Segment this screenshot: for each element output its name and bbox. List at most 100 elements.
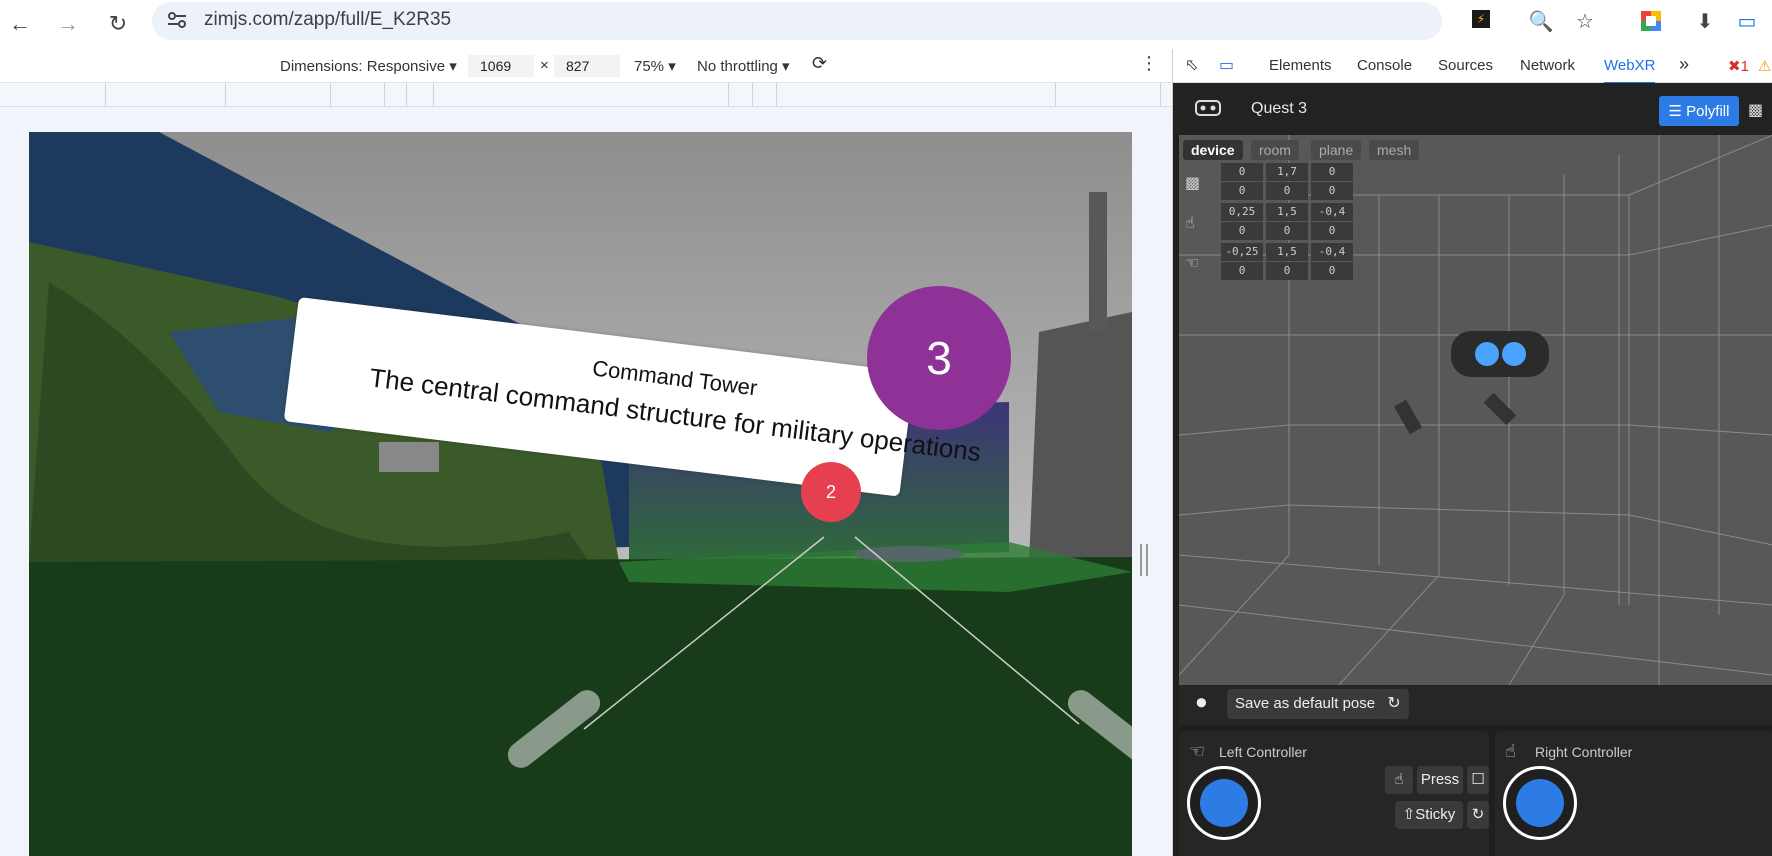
pose-cell[interactable]: 1,7 [1266,163,1308,181]
rotate-icon[interactable]: ⟳ [812,53,827,74]
pose-cell[interactable]: 0,25 [1221,203,1263,221]
tab-webxr[interactable]: WebXR [1604,57,1656,84]
times-sign: × [540,57,549,74]
touch-icon[interactable]: ☝ [1385,766,1413,794]
xr-scene-viewer[interactable]: device room plane mesh ▩ 0 1,7 0 0 0 0 ☝… [1179,135,1772,685]
device-toolbar: Dimensions: Responsive ▾ × 75% ▾ No thro… [0,49,1172,83]
more-tabs-icon[interactable]: » [1679,54,1689,75]
polyfill-label: Polyfill [1686,102,1730,120]
device-toggle-icon[interactable]: ▭ [1219,55,1234,75]
joystick-knob[interactable] [1200,779,1248,827]
stereo-toggle-icon[interactable]: ▩ [1748,100,1763,120]
headset-pose-icon: ▩ [1185,175,1201,192]
pose-cell[interactable]: 0 [1266,222,1308,240]
more-options-icon[interactable]: ⋮ [1140,53,1158,74]
person-pose-icon: ⚫ [1193,693,1210,715]
reset-stick-icon[interactable]: ↻ [1467,801,1489,829]
inspect-element-icon[interactable]: ⬁ [1185,55,1198,75]
bookmark-star-icon[interactable]: ☆ [1570,6,1600,36]
tab-network[interactable]: Network [1520,57,1575,74]
left-controller-icon: ☜ [1189,741,1206,761]
throttling-select[interactable]: No throttling ▾ [697,57,790,75]
site-settings-icon[interactable] [166,9,188,31]
right-controller-panel: ☝ Right Controller [1495,731,1772,856]
press-button[interactable]: Press [1417,766,1463,794]
pose-cell[interactable]: -0,25 [1221,243,1263,261]
error-count: 1 [1740,58,1749,75]
url-text[interactable]: zimjs.com/zapp/full/E_K2R35 [204,9,451,31]
tab-sources[interactable]: Sources [1438,57,1493,74]
browser-toolbar: ← → ↻ zimjs.com/zapp/full/E_K2R35 ⚡ 🔍 ☆ … [0,0,1772,49]
pose-cell[interactable]: 1,5 [1266,203,1308,221]
reset-pose-icon[interactable]: ↻ [1379,689,1409,719]
reload-icon[interactable]: ↻ [100,6,136,42]
headset-icon [1195,100,1221,116]
media-query-ruler [0,83,1172,107]
left-controller-model[interactable] [1393,399,1423,435]
right-controller-model[interactable] [1483,392,1517,426]
pose-cell[interactable]: 0 [1311,163,1353,181]
error-icon: ✖ [1728,58,1741,75]
pose-cell[interactable]: 0 [1266,182,1308,200]
forward-icon[interactable]: → [50,6,86,42]
dimensions-select[interactable]: Dimensions: Responsive ▾ [280,57,457,75]
extensions-icon[interactable] [1636,6,1666,36]
left-controller-title: Left Controller [1219,744,1307,760]
left-controller-pose-icon: ☜ [1185,255,1200,272]
pose-cell[interactable]: 0 [1221,182,1263,200]
view-tab-room[interactable]: room [1251,140,1299,160]
error-badge[interactable]: ✖1 [1728,57,1749,75]
zoom-icon[interactable]: 🔍 [1526,6,1556,36]
width-input[interactable] [468,55,534,77]
marker-3[interactable]: 3 [867,286,1011,430]
pose-cell[interactable]: 0 [1311,262,1353,280]
pose-cell[interactable]: 0 [1311,182,1353,200]
save-default-pose-button[interactable]: Save as default pose [1227,689,1384,719]
dimensions-label: Dimensions: Responsive [280,58,446,75]
lock-icon[interactable]: ☐ [1467,766,1489,794]
pose-cell[interactable]: 0 [1221,222,1263,240]
throttling-value: No throttling [697,58,778,75]
zoom-select[interactable]: 75% ▾ [634,57,676,75]
download-icon[interactable]: ⬇ [1690,6,1720,36]
cast-icon[interactable]: ▭ [1732,6,1762,36]
view-tab-mesh[interactable]: mesh [1369,140,1420,160]
sticky-button[interactable]: ⇧Sticky [1395,801,1463,829]
headset-model[interactable] [1451,331,1549,377]
pose-cell[interactable]: 0 [1266,262,1308,280]
pose-cell[interactable]: 0 [1311,222,1353,240]
pose-cell[interactable]: 0 [1221,163,1263,181]
device-name[interactable]: Quest 3 [1251,100,1307,118]
pose-cell[interactable]: 1,5 [1266,243,1308,261]
height-input[interactable] [554,55,620,77]
vr-scene-canvas[interactable]: Command Tower The central command struct… [29,132,1132,856]
right-controller-pose-icon: ☝ [1185,215,1195,232]
pose-cell[interactable]: -0,4 [1311,243,1353,261]
tab-elements[interactable]: Elements [1269,57,1332,74]
pose-cell[interactable]: -0,4 [1311,203,1353,221]
resize-handle[interactable] [1140,544,1148,576]
tab-console[interactable]: Console [1357,57,1412,74]
layers-icon: ☰ [1668,103,1687,120]
left-controller-panel: ☜ Left Controller ☝ Press ☐ ⇧Sticky ↻ [1179,731,1489,856]
warning-icon[interactable]: ⚠ [1758,57,1771,75]
right-joystick[interactable] [1503,766,1577,840]
sticky-icon: ⇧ [1402,806,1416,823]
pose-bar: ⚫ Save as default pose ↻ [1179,685,1772,725]
polyfill-button[interactable]: ☰ Polyfill [1659,96,1739,126]
extension-icon[interactable]: ⚡ [1472,10,1490,28]
view-tab-device[interactable]: device [1183,140,1243,160]
joystick-knob[interactable] [1516,779,1564,827]
marker-2[interactable]: 2 [801,462,861,522]
right-controller-icon: ☝ [1505,741,1516,761]
zoom-value: 75% [634,58,665,75]
pose-cell[interactable]: 0 [1221,262,1263,280]
devtools-tab-bar: ⬁ ▭ Elements Console Sources Network Web… [1173,49,1772,84]
webxr-header: Quest 3 ☰ Polyfill ▩ [1173,83,1772,135]
back-icon[interactable]: ← [2,6,38,42]
left-joystick[interactable] [1187,766,1261,840]
view-tab-plane[interactable]: plane [1311,140,1362,160]
webxr-panel: Quest 3 ☰ Polyfill ▩ device room plane m… [1173,83,1772,856]
scene-background [29,132,1132,856]
sticky-label: Sticky [1415,806,1456,823]
